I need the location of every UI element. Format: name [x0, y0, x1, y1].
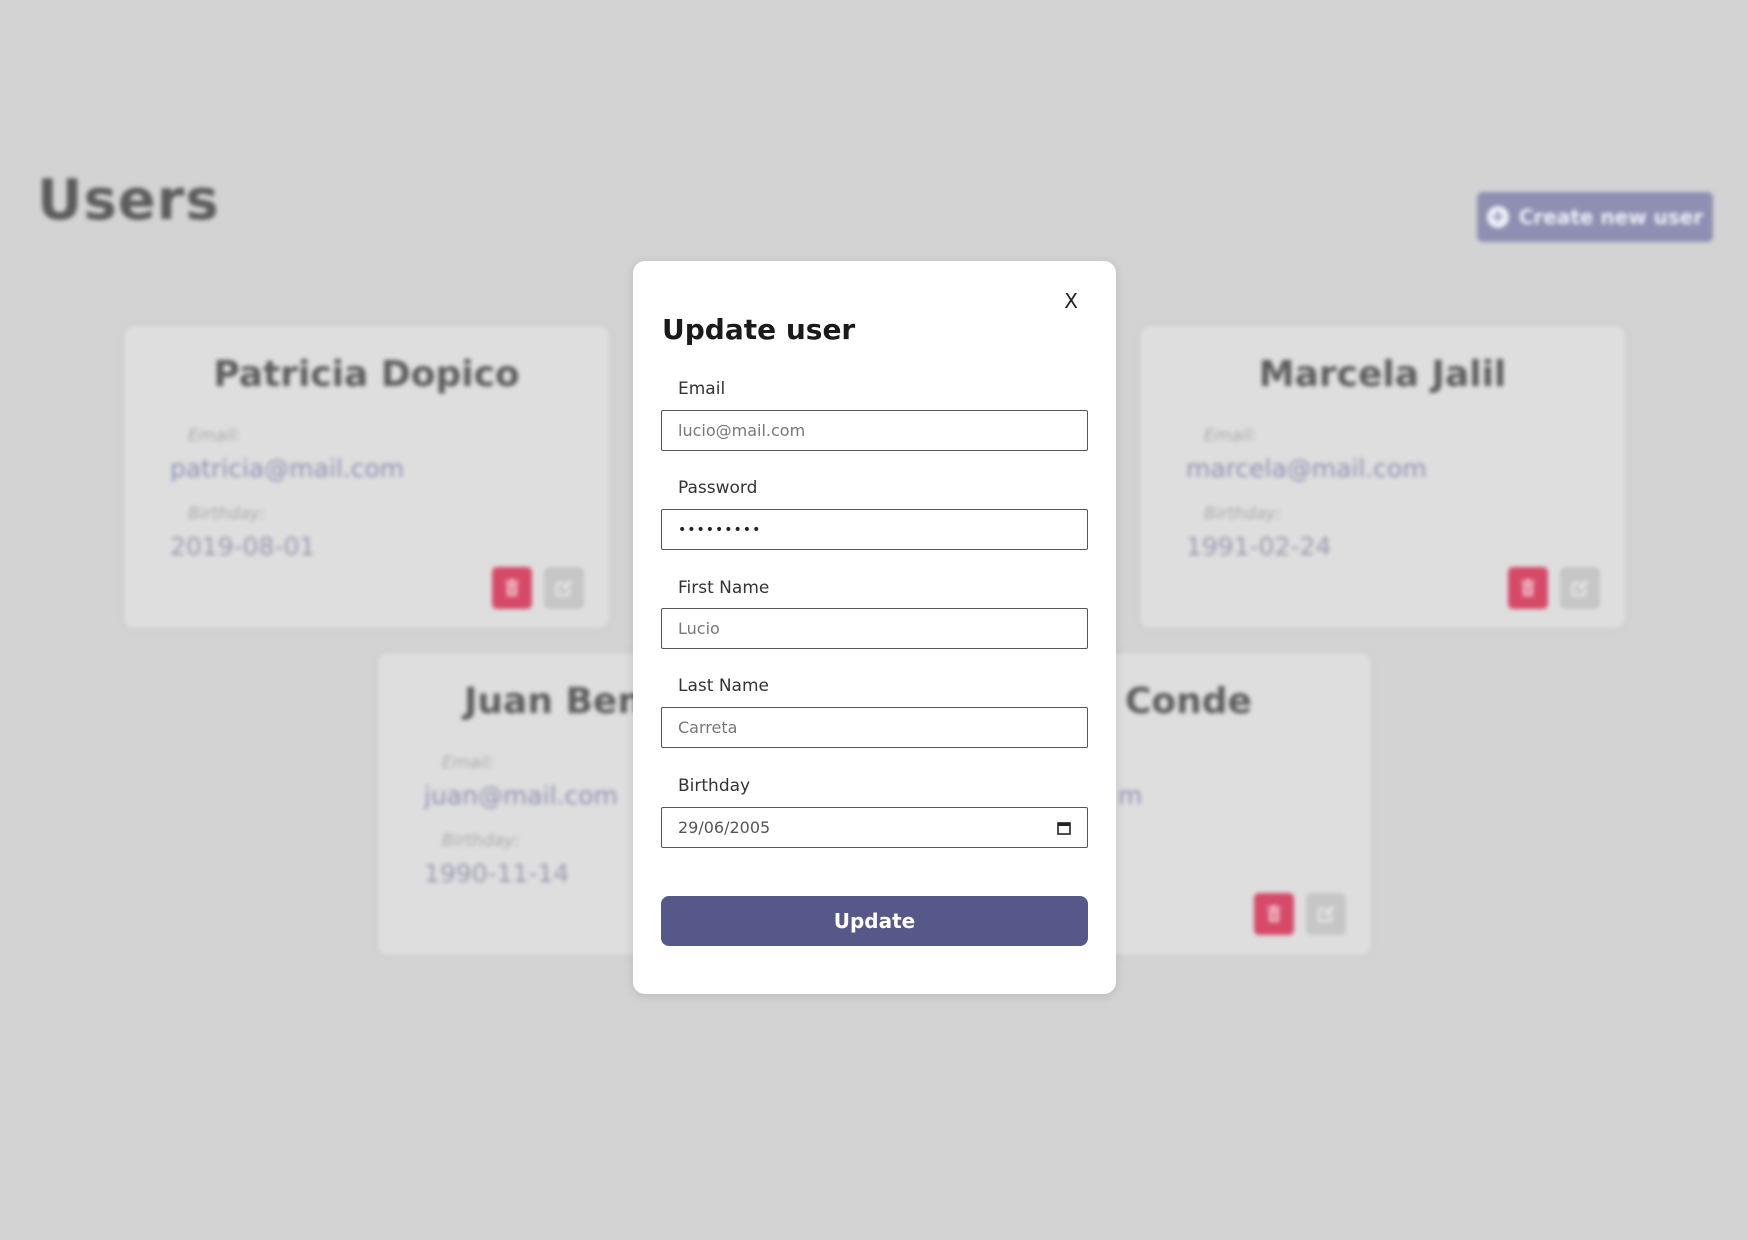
birthday-label: Birthday: [1204, 504, 1282, 524]
update-button[interactable]: Update [661, 896, 1088, 946]
delete-button[interactable] [1254, 893, 1294, 935]
last-name-field[interactable]: Carreta [661, 707, 1088, 748]
edit-icon [1318, 906, 1334, 922]
email-label: Email: [188, 426, 241, 446]
password-field-value: ••••••••• [678, 521, 762, 538]
user-birthday: 2019-08-01 [170, 532, 316, 561]
password-field-label: Password [678, 478, 758, 498]
birthday-label: Birthday: [188, 504, 266, 524]
birthday-field-label: Birthday [678, 776, 751, 796]
close-button[interactable]: X [1064, 289, 1078, 313]
password-field[interactable]: ••••••••• [661, 509, 1088, 550]
user-email: m [1118, 781, 1143, 810]
user-email: juan@mail.com [424, 781, 618, 810]
first-name-field[interactable]: Lucio [661, 608, 1088, 649]
email-field-value: lucio@mail.com [678, 421, 806, 440]
email-field[interactable]: lucio@mail.com [661, 410, 1088, 451]
edit-button[interactable] [544, 567, 584, 609]
edit-icon [1572, 580, 1588, 596]
email-label: Email: [442, 753, 495, 773]
plus-circle-icon: + [1486, 206, 1509, 228]
user-email: patricia@mail.com [170, 454, 405, 483]
last-name-field-label: Last Name [678, 676, 769, 696]
trash-icon [1521, 579, 1535, 596]
modal-title: Update user [662, 313, 856, 346]
user-name: Patricia Dopico [213, 354, 520, 395]
edit-button[interactable] [1306, 893, 1346, 935]
user-card: Patricia Dopico Email: patricia@mail.com… [124, 326, 609, 628]
first-name-field-value: Lucio [678, 619, 720, 638]
birthday-field-value: 29/06/2005 [678, 818, 771, 837]
user-name: Conde [1125, 681, 1252, 722]
page-title: Users [37, 168, 220, 233]
email-field-label: Email [678, 379, 726, 399]
edit-icon [556, 580, 572, 596]
create-user-button[interactable]: + Create new user [1477, 192, 1713, 242]
first-name-field-label: First Name [678, 578, 770, 598]
user-birthday: 1990-11-14 [424, 859, 570, 888]
birthday-label: Birthday: [442, 831, 520, 851]
trash-icon [1267, 905, 1281, 922]
delete-button[interactable] [492, 567, 532, 609]
calendar-icon[interactable] [1057, 821, 1071, 835]
email-label: Email: [1204, 426, 1257, 446]
update-user-modal: X Update user Email lucio@mail.com Passw… [633, 261, 1116, 994]
user-name: Marcela Jalil [1258, 354, 1507, 395]
edit-button[interactable] [1560, 567, 1600, 609]
user-card: Marcela Jalil Email: marcela@mail.com Bi… [1140, 326, 1625, 628]
trash-icon [505, 579, 519, 596]
user-email: marcela@mail.com [1186, 454, 1427, 483]
user-birthday: 1991-02-24 [1186, 532, 1332, 561]
delete-button[interactable] [1508, 567, 1548, 609]
birthday-field[interactable]: 29/06/2005 [661, 807, 1088, 848]
last-name-field-value: Carreta [678, 718, 738, 737]
create-user-label: Create new user [1518, 205, 1704, 229]
